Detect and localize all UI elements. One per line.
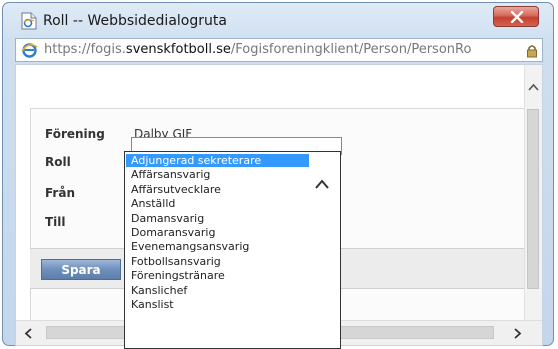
dropdown-option[interactable]: Föreningstränare xyxy=(126,269,309,282)
lock-icon xyxy=(526,43,538,62)
url-prefix: https:// xyxy=(44,42,91,57)
till-label: Till xyxy=(45,215,66,229)
dropdown-scroll-up-icon[interactable] xyxy=(315,179,329,189)
address-bar: https://fogis.svenskfotboll.se/Fogisfore… xyxy=(15,38,543,62)
close-icon xyxy=(510,11,524,23)
ie-page-icon xyxy=(21,12,37,30)
forening-label: Förening xyxy=(45,127,105,141)
dropdown-option[interactable]: Fotbollsansvarig xyxy=(126,255,309,268)
save-button[interactable]: Spara xyxy=(41,259,121,280)
url-text: https://fogis.svenskfotboll.se/Fogisfore… xyxy=(44,42,514,57)
roll-label: Roll xyxy=(45,155,71,169)
roll-dropdown-list[interactable]: Adjungerad sekreterare Affärsansvarig Affä… xyxy=(124,151,341,349)
url-domain: svenskfotboll.se xyxy=(125,42,231,57)
dropdown-option[interactable]: Domaransvarig xyxy=(126,226,309,239)
window-title: Roll -- Webbsidedialogruta xyxy=(43,13,227,29)
dropdown-option[interactable]: Evenemangsansvarig xyxy=(126,240,309,253)
dropdown-option[interactable]: Anställd xyxy=(126,197,309,210)
dropdown-option[interactable]: Kanslichef xyxy=(126,284,309,297)
title-bar: Roll -- Webbsidedialogruta xyxy=(3,3,553,37)
vertical-scrollbar[interactable] xyxy=(524,65,542,320)
dropdown-option[interactable]: Damansvarig xyxy=(126,212,309,225)
dropdown-option[interactable]: Kanslist xyxy=(126,298,309,311)
fran-label: Från xyxy=(45,186,75,200)
scroll-up-icon[interactable] xyxy=(528,83,539,91)
close-button[interactable] xyxy=(493,6,539,27)
dropdown-option[interactable]: Adjungerad sekreterare xyxy=(126,154,309,167)
url-domain-pre: fogis. xyxy=(90,42,126,57)
scroll-left-icon[interactable] xyxy=(24,328,32,339)
url-path: /Fogisforeningklient/Person/PersonRo xyxy=(230,42,472,57)
scroll-right-icon[interactable] xyxy=(514,328,522,339)
dropdown-option[interactable]: Affärsutvecklare xyxy=(126,183,309,196)
vertical-scroll-thumb[interactable] xyxy=(527,109,539,289)
internet-explorer-icon xyxy=(21,42,38,62)
dropdown-option[interactable]: Affärsansvarig xyxy=(126,168,309,181)
